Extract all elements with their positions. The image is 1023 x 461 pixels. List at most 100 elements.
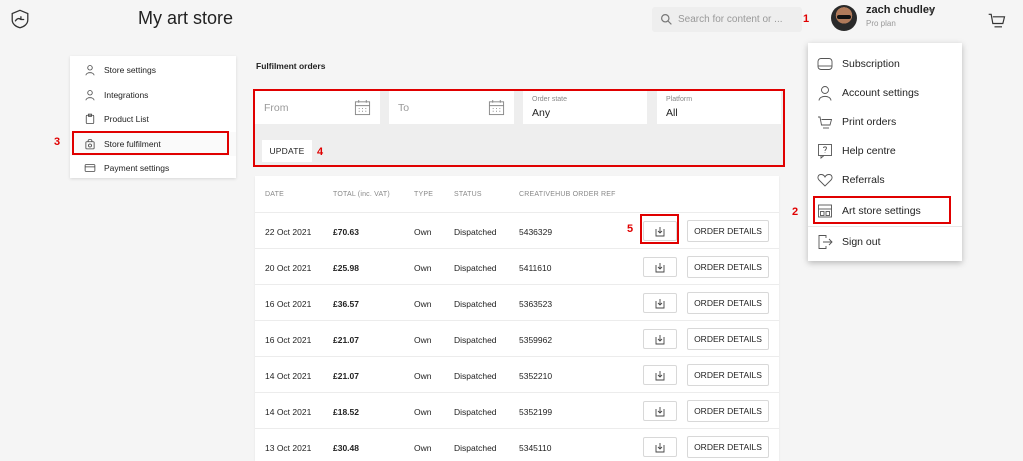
cell-status: Dispatched [454, 227, 497, 237]
chevron-down-icon[interactable]: ▾ [929, 6, 933, 15]
annotation-2: 2 [792, 206, 799, 218]
table-row: 13 Oct 2021 £30.48 Own Dispatched 534511… [255, 428, 779, 461]
cell-type: Own [414, 335, 432, 345]
table-row: 16 Oct 2021 £21.07 Own Dispatched 535996… [255, 320, 779, 356]
menu-item-label: Help centre [842, 144, 896, 157]
download-button[interactable] [643, 365, 677, 385]
sidebar-item-store-settings[interactable]: Store settings [70, 58, 236, 83]
cell-order-ref: 5352210 [519, 371, 553, 381]
sidebar-item-integrations[interactable]: Integrations [70, 83, 236, 108]
cell-type: Own [414, 227, 432, 237]
menu-item-subscription[interactable]: Subscription [808, 49, 962, 78]
highlight-box-store-fulfilment [72, 131, 229, 155]
column-header-type: TYPE [414, 191, 434, 198]
menu-item-label: Subscription [842, 57, 900, 70]
cell-date: 22 Oct 2021 [265, 227, 312, 237]
page-title: My art store [138, 8, 234, 28]
cell-order-ref: 5345110 [519, 443, 552, 453]
cell-total: £70.63 [333, 227, 359, 237]
clipboard-icon [85, 113, 95, 125]
column-header-total: TOTAL (inc. VAT) [333, 191, 390, 198]
sidebar: Store settings Integrations Product List… [70, 56, 236, 178]
order-details-button[interactable]: ORDER DETAILS [687, 220, 769, 242]
cell-total: £21.07 [333, 335, 359, 345]
cell-type: Own [414, 407, 432, 417]
menu-item-print-orders[interactable]: Print orders [808, 107, 962, 136]
order-details-button[interactable]: ORDER DETAILS [687, 328, 769, 350]
card-icon [84, 164, 96, 173]
cell-status: Dispatched [454, 407, 497, 417]
download-icon [655, 442, 665, 452]
table-row: 14 Oct 2021 £18.52 Own Dispatched 535219… [255, 392, 779, 428]
cell-total: £25.98 [333, 263, 359, 273]
order-details-button[interactable]: ORDER DETAILS [687, 436, 769, 458]
download-button[interactable] [643, 293, 677, 313]
cell-type: Own [414, 371, 432, 381]
avatar[interactable] [831, 5, 857, 31]
order-details-button[interactable]: ORDER DETAILS [687, 400, 769, 422]
user-icon [85, 89, 95, 101]
cell-total: £30.48 [333, 443, 359, 453]
top-bar: My art store 1 zach chudley ▾ Pro plan [0, 0, 1023, 40]
menu-item-label: Sign out [842, 235, 881, 248]
cell-total: £18.52 [333, 407, 359, 417]
cell-date: 16 Oct 2021 [265, 335, 312, 345]
order-details-button[interactable]: ORDER DETAILS [687, 364, 769, 386]
sidebar-item-product-list[interactable]: Product List [70, 107, 236, 132]
cell-date: 16 Oct 2021 [265, 299, 312, 309]
cell-order-ref: 5436329 [519, 227, 553, 237]
order-details-button[interactable]: ORDER DETAILS [687, 292, 769, 314]
column-header-status: STATUS [454, 191, 482, 198]
help-icon [818, 143, 832, 159]
menu-item-label: Print orders [842, 115, 897, 128]
cart-icon[interactable] [987, 11, 1007, 31]
annotation-5: 5 [627, 223, 634, 235]
highlight-box-art-store-settings [813, 196, 951, 224]
cell-total: £36.57 [333, 299, 359, 309]
heart-icon [817, 173, 833, 187]
cell-type: Own [414, 263, 432, 273]
subscription-icon [817, 57, 833, 70]
search-input[interactable] [678, 14, 788, 25]
order-details-button[interactable]: ORDER DETAILS [687, 256, 769, 278]
download-button[interactable] [643, 329, 677, 349]
annotation-3: 3 [54, 136, 61, 148]
menu-item-sign-out[interactable]: Sign out [808, 227, 962, 256]
cell-status: Dispatched [454, 263, 497, 273]
table-row: 22 Oct 2021 £70.63 Own Dispatched 543632… [255, 212, 779, 248]
logo-icon[interactable] [9, 8, 31, 30]
cell-status: Dispatched [454, 443, 497, 453]
cell-status: Dispatched [454, 299, 497, 309]
sidebar-item-label: Store settings [104, 65, 156, 76]
search-icon [661, 14, 672, 25]
cell-status: Dispatched [454, 335, 497, 345]
user-icon [818, 85, 832, 101]
download-button[interactable] [643, 437, 677, 457]
sidebar-item-payment-settings[interactable]: Payment settings [70, 156, 236, 181]
user-name[interactable]: zach chudley [866, 4, 935, 16]
cart-icon [818, 116, 833, 128]
download-button[interactable] [643, 257, 677, 277]
cell-order-ref: 5359962 [519, 335, 553, 345]
table-row: 14 Oct 2021 £21.07 Own Dispatched 535221… [255, 356, 779, 392]
download-button[interactable] [643, 401, 677, 421]
cell-type: Own [414, 299, 432, 309]
column-header-order-ref: CREATIVEHUB ORDER REF [519, 191, 616, 198]
cell-order-ref: 5411610 [519, 263, 552, 273]
column-header-date: DATE [265, 191, 284, 198]
account-dropdown-menu: Subscription Account settings Print orde… [808, 43, 962, 261]
cell-date: 14 Oct 2021 [265, 407, 312, 417]
highlight-box-filters [253, 89, 785, 167]
menu-item-account-settings[interactable]: Account settings [808, 78, 962, 107]
sidebar-item-label: Payment settings [104, 163, 170, 174]
section-title: Fulfilment orders [256, 61, 326, 71]
search-box[interactable] [652, 7, 802, 32]
menu-item-referrals[interactable]: Referrals [808, 165, 962, 194]
menu-item-label: Account settings [842, 86, 920, 99]
cell-date: 14 Oct 2021 [265, 371, 312, 381]
user-plan: Pro plan [866, 19, 896, 28]
download-icon [655, 406, 665, 416]
menu-item-help-centre[interactable]: Help centre [808, 136, 962, 165]
user-icon [85, 65, 95, 76]
download-icon [655, 298, 665, 308]
